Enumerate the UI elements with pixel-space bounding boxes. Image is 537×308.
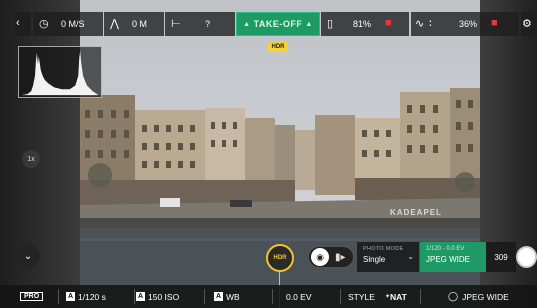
histogram (18, 46, 102, 98)
speedometer-icon: ◷ (39, 18, 49, 30)
shutter-speed-setting[interactable]: A 1/120 s (66, 285, 106, 308)
hdr-button[interactable]: HDR (266, 244, 294, 272)
distance-readout: ⊢ ? (165, 12, 235, 36)
histogram-graph (21, 50, 99, 96)
iso-setting[interactable]: A 150 ISO (136, 285, 179, 308)
divider (58, 289, 59, 304)
divider (272, 289, 273, 304)
photo-mode-title: PHOTO MODE (363, 246, 404, 252)
photo-count: 309 (486, 242, 516, 272)
distance-value: ? (205, 19, 211, 29)
divider (340, 289, 341, 304)
takeoff-label: TAKE-OFF (253, 19, 303, 29)
format-selector[interactable]: 1/120 - 0.0 EV JPEG WIDE (420, 242, 486, 272)
white-balance-setting[interactable]: A WB (214, 285, 240, 308)
lens-icon: ◯ (448, 291, 459, 301)
height-readout: ⋀ 0 M (104, 12, 164, 36)
drone-battery-value: 81% (353, 19, 372, 29)
shutter-circle-icon (516, 246, 537, 268)
back-button[interactable]: ‹ (15, 12, 31, 36)
chevron-down-icon: ⌄ (407, 252, 414, 261)
pro-mode-button[interactable]: PRO (20, 285, 44, 308)
device-status-readout: ∿ ∶ 36% ■ (411, 12, 519, 36)
format-setting[interactable]: ◯ JPEG WIDE (448, 285, 509, 308)
speed-readout: ◷ 0 M/S (33, 12, 103, 36)
wifi-icon: ∿ (415, 18, 425, 30)
drone-camera-screen: KADEAPEL ‹ ◷ 0 M/S ⋀ 0 M ⊢ ? ▲ TAKE-OFF … (0, 0, 537, 308)
svg-text:KADEAPEL: KADEAPEL (390, 208, 442, 217)
drone-battery-icon: ▯ (327, 18, 334, 30)
signal-icon: ∶ (429, 18, 432, 30)
up-triangle-icon: ▲ (243, 20, 251, 28)
height-icon: ⋀ (110, 18, 120, 30)
chevron-left-icon: ‹ (16, 17, 20, 29)
settings-button[interactable]: ⚙ (521, 12, 537, 36)
exposure-summary: 1/120 - 0.0 EV (426, 246, 465, 252)
divider (204, 289, 205, 304)
style-label: STYLE (348, 291, 375, 302)
top-status-bar: ‹ ◷ 0 M/S ⋀ 0 M ⊢ ? ▲ TAKE-OFF ▲ ▯ 81% ■… (0, 12, 537, 36)
white-balance-value: WB (226, 291, 240, 302)
format-value: JPEG WIDE (426, 255, 471, 264)
style-setting[interactable]: STYLE ✦ NAT (348, 285, 407, 308)
collapse-button[interactable]: ⌄ (16, 244, 40, 268)
photo-video-toggle[interactable]: ◉ ▮▸ (308, 246, 354, 268)
chevron-down-icon: ⌄ (23, 250, 33, 262)
auto-badge: A (136, 292, 145, 301)
height-value: 0 M (132, 19, 148, 29)
shutter-speed-value: 1/120 s (78, 291, 106, 302)
up-triangle-icon: ▲ (305, 20, 313, 28)
style-value: NAT (389, 291, 407, 302)
distance-icon: ⊢ (171, 18, 181, 30)
format-setting-value: JPEG WIDE (462, 291, 509, 302)
exposure-value: 0.0 EV (286, 291, 312, 302)
alert-icon: ■ (491, 17, 498, 29)
photo-mode-value: Single (363, 255, 386, 264)
shutter-button[interactable] (516, 244, 537, 270)
photo-mode-selector[interactable]: PHOTO MODE Single ⌄ (357, 242, 419, 272)
gear-icon: ⚙ (522, 18, 532, 30)
device-battery-value: 36% (459, 19, 478, 29)
auto-badge: A (214, 292, 223, 301)
speed-value: 0 M/S (61, 19, 85, 29)
drone-battery-readout: ▯ 81% ■ (321, 12, 409, 36)
hdr-badge: HDR (268, 42, 288, 52)
pro-label: PRO (20, 292, 44, 301)
zoom-button[interactable]: 1x (22, 150, 40, 168)
alert-icon: ■ (385, 17, 392, 29)
hdr-button-label: HDR (273, 255, 287, 261)
camera-icon: ◉ (311, 248, 329, 266)
auto-badge: A (66, 292, 75, 301)
video-icon: ▮▸ (335, 251, 346, 263)
takeoff-button[interactable]: ▲ TAKE-OFF ▲ (236, 12, 320, 36)
divider (134, 289, 135, 304)
divider (420, 289, 421, 304)
bottom-settings-bar: PRO A 1/120 s A 150 ISO A WB 0.0 EV STYL… (0, 285, 537, 308)
iso-value: 150 ISO (148, 291, 180, 302)
exposure-setting[interactable]: 0.0 EV (286, 285, 312, 308)
